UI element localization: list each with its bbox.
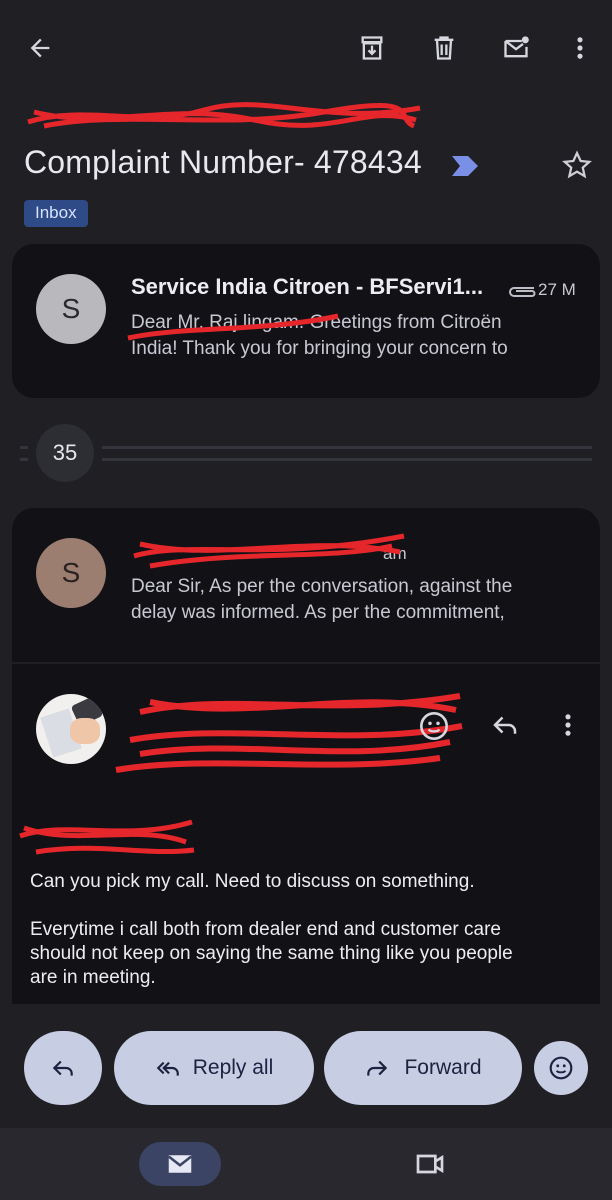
nav-meet-tab[interactable]: [410, 1148, 450, 1180]
thread-line-decoration: [102, 458, 592, 461]
archive-icon: [361, 36, 383, 60]
star-outline-icon[interactable]: [562, 150, 592, 180]
subject-title: Complaint Number- 478434: [24, 144, 422, 180]
top-app-bar: [0, 0, 612, 96]
bottom-navigation: [0, 1128, 612, 1200]
redaction-scribble: [115, 693, 463, 773]
trash-icon: [434, 36, 454, 60]
inbox-label-chip[interactable]: Inbox: [24, 200, 88, 227]
collapsed-messages-count[interactable]: 35: [36, 424, 94, 482]
thread-line-decoration: [20, 458, 28, 461]
body-line-3: should not keep on saying the same thing…: [30, 943, 513, 964]
reply-icon[interactable]: [490, 710, 520, 740]
redaction-scribble: [27, 102, 421, 129]
back-button[interactable]: [16, 24, 64, 72]
message-card-1[interactable]: S Service India Citroen - BFServi1... 27…: [12, 244, 600, 398]
archive-button[interactable]: [348, 24, 396, 72]
reply-icon: [52, 1060, 73, 1076]
snippet-line-2: delay was informed. As per the commitmen…: [131, 602, 505, 623]
snippet-line-2: India! Thank you for bringing your conce…: [131, 338, 508, 359]
mail-icon: [167, 1155, 193, 1173]
reply-all-button[interactable]: Reply all: [114, 1031, 314, 1105]
more-vert-icon: [577, 37, 583, 59]
delete-button[interactable]: [420, 24, 468, 72]
forward-button[interactable]: Forward: [324, 1031, 522, 1105]
nav-mail-tab[interactable]: [139, 1142, 221, 1186]
message-card-2[interactable]: S am Dear Sir, As per the conversation, …: [12, 508, 600, 662]
redaction-scribble: [19, 819, 195, 855]
sender-name: Service India Citroen - BFServi1...: [131, 274, 484, 299]
mark-unread-button[interactable]: [492, 24, 540, 72]
forward-label: Forward: [404, 1056, 482, 1079]
more-vert-icon[interactable]: [554, 710, 582, 740]
body-line-1: Can you pick my call. Need to discuss on…: [30, 871, 475, 892]
avatar: [36, 694, 106, 764]
message-time: 27 M: [538, 280, 576, 299]
emoji-react-icon: [549, 1056, 573, 1080]
body-line-4: are in meeting.: [30, 967, 156, 988]
video-camera-icon: [416, 1154, 444, 1174]
thread-line-decoration: [20, 446, 28, 449]
thread-line-decoration: [102, 446, 592, 449]
important-marker-icon[interactable]: [452, 156, 478, 176]
more-options-button[interactable]: [556, 24, 604, 72]
mark-unread-icon: [504, 36, 529, 58]
emoji-react-icon[interactable]: [418, 710, 450, 742]
snippet-line-1: Dear Mr. Raj lingam. Greetings from Citr…: [131, 312, 502, 333]
snippet-line-1: Dear Sir, As per the conversation, again…: [131, 576, 513, 597]
avatar: S: [36, 538, 106, 608]
reply-button[interactable]: [24, 1031, 102, 1105]
reply-all-label: Reply all: [192, 1056, 274, 1079]
emoji-react-button[interactable]: [534, 1041, 588, 1095]
forward-icon: [367, 1060, 388, 1076]
avatar: S: [36, 274, 106, 344]
expanded-message: Can you pick my call. Need to discuss on…: [12, 664, 600, 1004]
redaction-scribble: [133, 533, 405, 569]
reply-all-icon: [156, 1061, 179, 1076]
body-line-2: Everytime i call both from dealer end an…: [30, 919, 501, 940]
paperclip-icon: [509, 287, 536, 297]
message-time: am: [383, 544, 407, 563]
arrow-back-icon: [30, 38, 50, 58]
